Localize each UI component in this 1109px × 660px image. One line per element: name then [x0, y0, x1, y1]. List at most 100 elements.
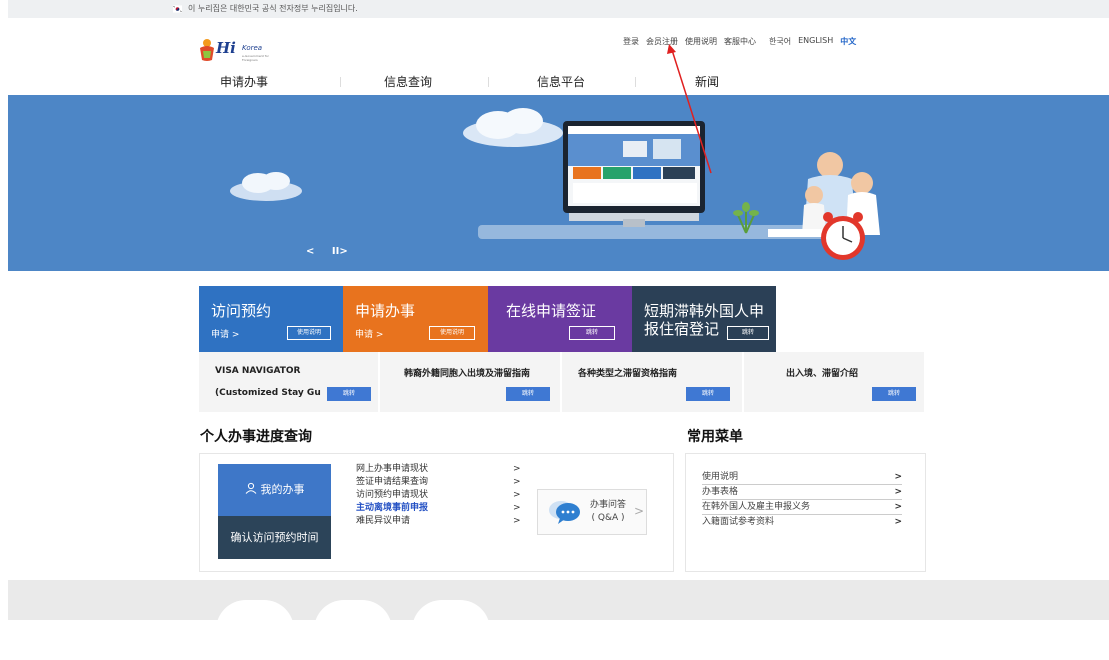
service-circle-icon[interactable]: [314, 600, 392, 660]
login-link[interactable]: 登录: [623, 36, 639, 47]
guide-immigration-intro[interactable]: 出入境、滞留介绍 跳转: [744, 352, 924, 412]
chevron-right-icon: >: [894, 472, 902, 482]
favorite-item[interactable]: 入籍面试参考资料 >: [702, 515, 902, 529]
cloud-illustration-icon: [230, 172, 302, 201]
guide-jump-button[interactable]: 跳转: [686, 387, 730, 401]
guide-title: 出入境、滞留介绍: [786, 369, 859, 379]
guide-visa-navigator[interactable]: VISA NAVIGATOR (Customized Stay Gu 跳转: [199, 352, 378, 412]
chevron-right-icon: >: [513, 516, 521, 526]
card-online-visa[interactable]: 在线申请签证 跳转: [488, 286, 632, 352]
lang-korean[interactable]: 한국어: [769, 36, 791, 47]
card-title: 在线申请签证: [506, 302, 597, 320]
link-online-application-status[interactable]: 网上办事申请现状: [356, 463, 428, 476]
lang-english[interactable]: ENGLISH: [798, 36, 833, 47]
favorite-label: 在韩外国人及雇主申报义务: [702, 502, 811, 512]
progress-panel: 我的办事 确认访问预约时间 网上办事申请现状 签证申请结果查询 访问预约申请现状…: [199, 453, 674, 572]
nav-apply[interactable]: 申请办事: [220, 73, 268, 90]
chat-bubble-icon: [549, 501, 580, 524]
main-nav: 申请办事 信息查询 信息平台 新闻: [8, 73, 1109, 93]
progress-links: 网上办事申请现状 签证申请结果查询 访问预约申请现状 主动离境事前申报 难民异议…: [356, 463, 428, 528]
nav-divider: [488, 77, 489, 87]
hikorea-logo[interactable]: Hi Korea e-Government for Foreigners: [198, 38, 278, 62]
qa-label: 办事问答: [590, 500, 627, 510]
card-title-line2: 报住宿登记: [644, 320, 720, 338]
nav-news[interactable]: 新闻: [695, 73, 719, 90]
lang-chinese[interactable]: 中文: [840, 36, 856, 47]
favorites-list: 使用说明 > 办事表格 > 在韩外国人及雇主申报义务 > 入籍面试参考资料 >: [702, 470, 902, 529]
qa-button[interactable]: 办事问答 ( Q&A ) >: [537, 489, 647, 535]
guide-jump-button[interactable]: 跳转: [327, 387, 371, 401]
user-icon: [245, 482, 256, 494]
hero-banner: < II>: [8, 95, 1109, 271]
service-circle-icon[interactable]: [216, 600, 294, 660]
guide-title-line2: (Customized Stay Gu: [215, 388, 321, 398]
logo-hi-text: Hi: [216, 39, 236, 57]
card-guide-button[interactable]: 使用说明: [287, 326, 331, 340]
guide-title: 各种类型之滞留资格指南: [578, 369, 678, 379]
favorites-panel: 使用说明 > 办事表格 > 在韩外国人及雇主申报义务 > 入籍面试参考资料 >: [685, 453, 926, 572]
guide-stay-status[interactable]: 各种类型之滞留资格指南 跳转: [562, 352, 742, 412]
chevron-right-icon: >: [513, 490, 521, 500]
guide-jump-button[interactable]: 跳转: [872, 387, 916, 401]
link-refugee-appeal[interactable]: 难民异议申请: [356, 515, 428, 528]
favorite-item[interactable]: 使用说明 >: [702, 470, 902, 485]
favorite-item[interactable]: 在韩外国人及雇主申报义务 >: [702, 500, 902, 515]
card-title: 申请办事: [355, 302, 416, 320]
family-illustration-icon: [768, 152, 880, 260]
card-jump-button[interactable]: 跳转: [569, 326, 615, 340]
chevron-right-icon: >: [894, 517, 902, 527]
card-guide-button[interactable]: 使用说明: [429, 326, 475, 340]
notice-text: 이 누리집은 대한민국 공식 전자정부 누리집입니다.: [188, 4, 358, 13]
guide-jump-button[interactable]: 跳转: [506, 387, 550, 401]
card-apply-link[interactable]: 申请 >: [355, 327, 383, 340]
link-visit-reservation-status[interactable]: 访问预约申请现状: [356, 489, 428, 502]
nav-divider: [635, 77, 636, 87]
guide-title: 韩裔外籍同胞入出境及滞留指南: [404, 369, 531, 379]
guide-title: VISA NAVIGATOR: [215, 366, 301, 376]
confirm-visit-time-button[interactable]: 确认访问预约时间: [218, 516, 331, 559]
korea-flag-icon: [173, 5, 182, 13]
logo-figure-icon: [200, 39, 214, 61]
card-apply-link[interactable]: 申请 >: [211, 327, 239, 340]
utility-nav: 登录 会员注册 使用说明 客服中心 한국어 ENGLISH 中文: [623, 36, 863, 47]
qa-text: 办事问答 ( Q&A ): [590, 499, 626, 525]
favorite-label: 入籍面试参考资料: [702, 517, 775, 527]
chevron-right-icon: >: [634, 504, 645, 518]
my-service-button[interactable]: 我的办事: [218, 464, 331, 516]
my-service-box: 我的办事 确认访问预约时间: [218, 464, 331, 559]
card-apply-service[interactable]: 申请办事 申请 > 使用说明: [343, 286, 488, 352]
qa-sub-label: ( Q&A ): [591, 513, 625, 523]
support-link[interactable]: 客服中心: [724, 36, 756, 47]
carousel-pause-button[interactable]: II>: [332, 246, 348, 257]
carousel-prev-button[interactable]: <: [306, 246, 314, 257]
government-notice-bar: 이 누리집은 대한민국 공식 전자정부 누리집입니다.: [8, 0, 1109, 18]
chevron-right-icon: >: [513, 477, 521, 487]
link-departure-report[interactable]: 主动离境事前申报: [356, 502, 428, 515]
nav-info-search[interactable]: 信息查询: [384, 73, 432, 90]
monitor-illustration-icon: [563, 121, 705, 227]
chevron-right-icon: >: [513, 503, 521, 513]
carousel-controls: < II>: [306, 246, 348, 257]
service-circle-icon[interactable]: [412, 600, 490, 660]
favorite-item[interactable]: 办事表格 >: [702, 485, 902, 500]
card-title: 访问预约: [211, 302, 272, 320]
card-short-stay-registration[interactable]: 短期滞韩外国人申 报住宿登记 跳转: [632, 286, 776, 352]
favorites-section-title: 常用菜单: [687, 429, 743, 445]
chevron-right-icon: >: [513, 464, 521, 474]
guide-link[interactable]: 使用说明: [685, 36, 717, 47]
favorite-label: 使用说明: [702, 472, 739, 482]
register-link[interactable]: 会员注册: [646, 36, 678, 47]
cloud-illustration-icon: [463, 108, 563, 147]
logo-tagline: e-Government for Foreigners: [242, 54, 269, 62]
link-visa-result[interactable]: 签证申请结果查询: [356, 476, 428, 489]
chevron-right-icon: >: [894, 487, 902, 497]
plant-illustration-icon: [733, 202, 759, 234]
footer-band: [8, 580, 1109, 620]
guide-overseas-korean[interactable]: 韩裔外籍同胞入出境及滞留指南 跳转: [380, 352, 560, 412]
card-jump-button[interactable]: 跳转: [727, 326, 769, 340]
browser-page: 이 누리집은 대한민국 공식 전자정부 누리집입니다. Hi Korea e-G…: [8, 0, 1109, 660]
nav-info-platform[interactable]: 信息平台: [537, 73, 585, 90]
progress-link-arrows: > > > > >: [513, 463, 521, 528]
chevron-right-icon: >: [894, 502, 902, 512]
card-visit-reservation[interactable]: 访问预约 申请 > 使用说明: [199, 286, 343, 352]
